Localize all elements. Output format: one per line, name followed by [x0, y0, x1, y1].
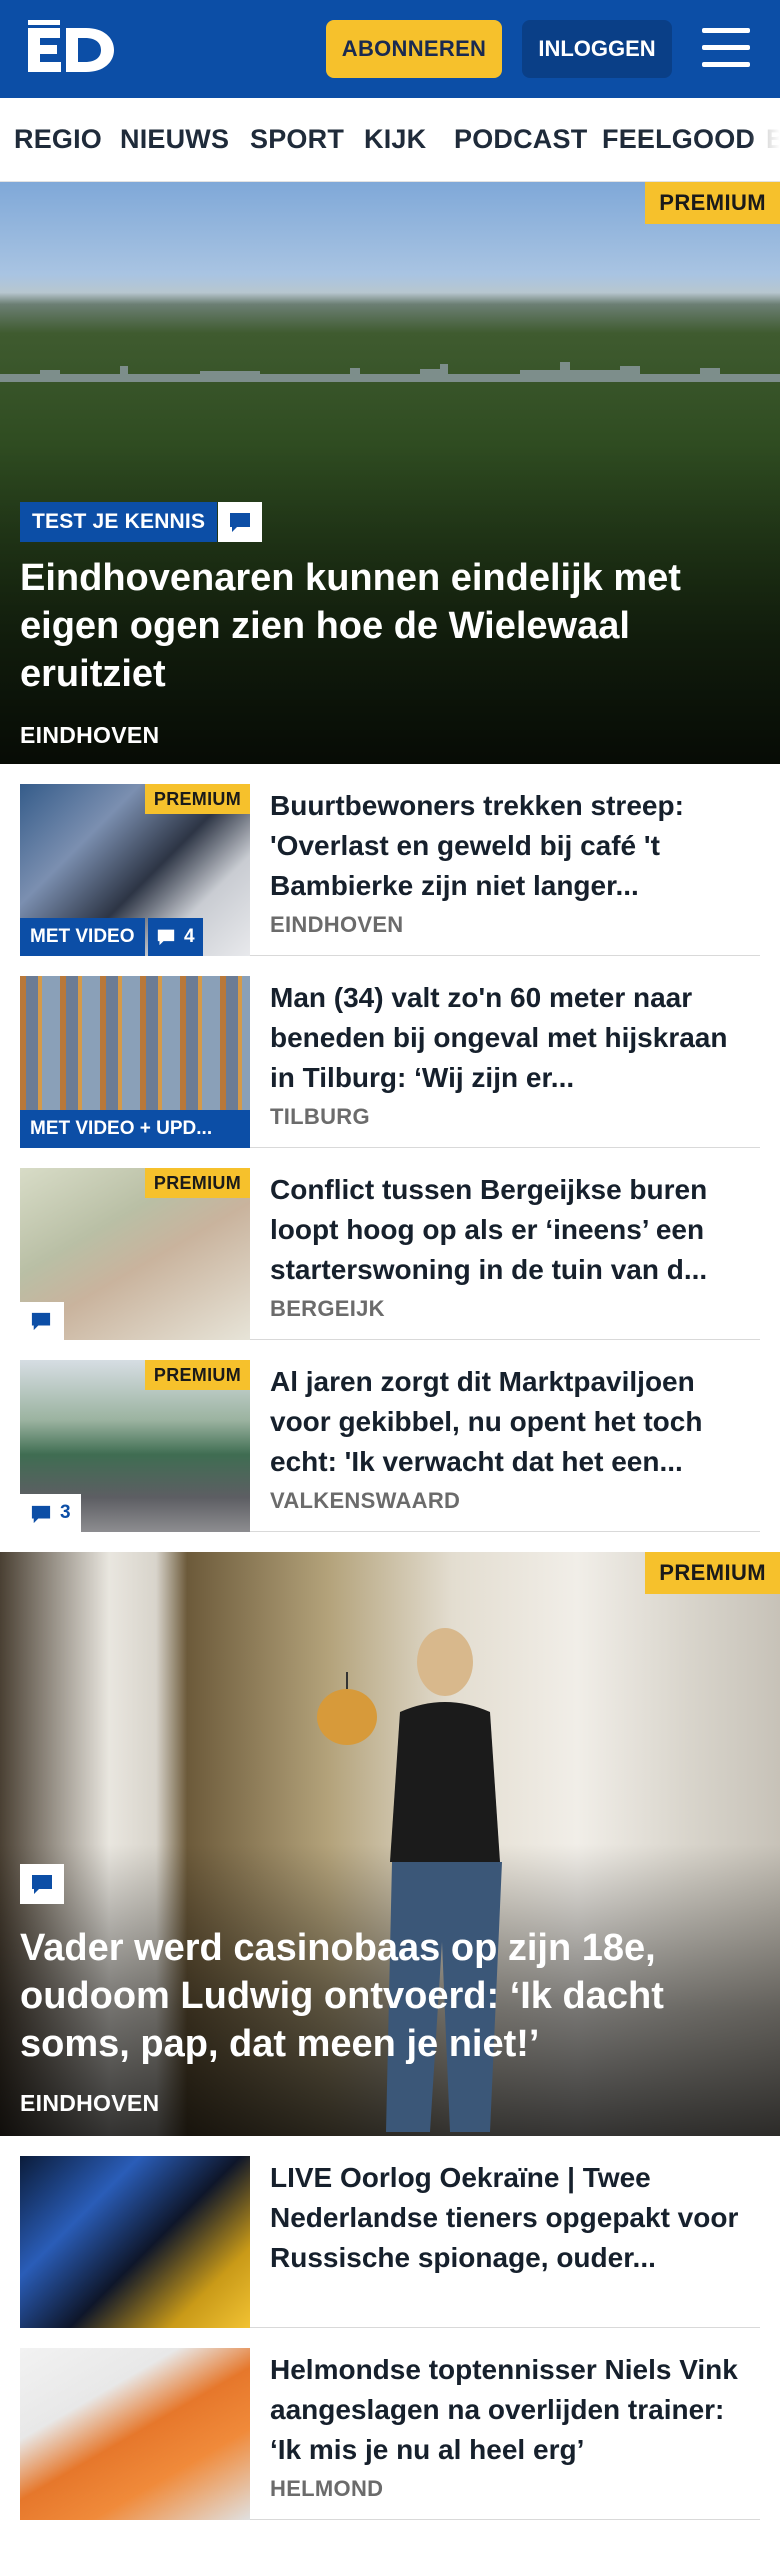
pendant-lamp — [317, 1672, 377, 1745]
comment-icon — [31, 1312, 51, 1331]
comment-icon — [32, 1875, 52, 1894]
article-title[interactable]: Conflict tussen Bergeijkse buren loopt h… — [270, 1170, 750, 1290]
article-location: EINDHOVEN — [270, 912, 404, 937]
nav-item-nieuws[interactable]: NIEUWS — [120, 124, 229, 155]
comment-count-value: 3 — [60, 1502, 71, 1523]
hero-article-casino[interactable]: PREMIUM Vader werd casinobaas op zijn 18… — [0, 1552, 780, 2136]
article-location: HELMOND — [270, 2476, 384, 2501]
video-tag: MET VIDEO — [20, 918, 145, 956]
nav-item-regio[interactable]: REGIO — [14, 124, 102, 155]
city-skyline — [0, 362, 780, 382]
hero-title[interactable]: Vader werd casinobaas op zijn 18e, oudoo… — [20, 1924, 760, 2068]
article-title[interactable]: Helmondse toptennisser Niels Vink aanges… — [270, 2350, 750, 2470]
article-item[interactable]: PREMIUM 3 Al jaren zorgt dit Marktpavilj… — [20, 1360, 760, 1532]
article-thumbnail: PREMIUM MET VIDEO 4 — [20, 784, 250, 956]
premium-badge: PREMIUM — [144, 784, 250, 814]
nav-fade — [750, 98, 780, 181]
article-thumbnail — [20, 2348, 250, 2520]
nav-item-feelgood[interactable]: FEELGOOD — [602, 124, 755, 155]
article-thumbnail: MET VIDEO + UPD... — [20, 976, 250, 1148]
article-item[interactable]: PREMIUM Conflict tussen Bergeijkse buren… — [20, 1168, 760, 1340]
video-update-tag: MET VIDEO + UPD... — [20, 1110, 250, 1148]
article-title[interactable]: LIVE Oorlog Oekraïne | Twee Nederlandse … — [270, 2158, 750, 2278]
hero-location: EINDHOVEN — [20, 2090, 160, 2116]
article-title[interactable]: Al jaren zorgt dit Marktpaviljoen voor g… — [270, 1362, 750, 1482]
article-thumbnail: PREMIUM 3 — [20, 1360, 250, 1532]
hero-article-wielewaal[interactable]: PREMIUM TEST JE KENNIS Eindhovenaren kun… — [0, 182, 780, 764]
comment-icon — [31, 1505, 51, 1524]
article-location: BERGEIJK — [270, 1296, 385, 1321]
login-button[interactable]: INLOGGEN — [522, 20, 672, 78]
article-item[interactable]: Helmondse toptennisser Niels Vink aanges… — [20, 2348, 760, 2520]
top-bar: ABONNEREN INLOGGEN — [0, 0, 780, 98]
section-nav: REGIO NIEUWS SPORT KIJK PODCAST FEELGOOD… — [0, 98, 780, 182]
article-location: TILBURG — [270, 1104, 370, 1129]
comment-count-value: 4 — [184, 926, 195, 947]
article-thumbnail — [20, 2156, 250, 2328]
premium-badge: PREMIUM — [645, 182, 780, 224]
premium-badge: PREMIUM — [144, 1168, 250, 1198]
premium-badge: PREMIUM — [645, 1552, 780, 1594]
article-title[interactable]: Buurtbewoners trekken streep: 'Overlast … — [270, 786, 750, 906]
comment-indicator — [20, 1864, 64, 1904]
article-item[interactable]: LIVE Oorlog Oekraïne | Twee Nederlandse … — [20, 2156, 760, 2328]
article-location: VALKENSWAARD — [270, 1488, 461, 1513]
ed-logo[interactable] — [26, 18, 118, 80]
comment-count: 3 — [20, 1494, 81, 1532]
comment-icon — [230, 513, 250, 532]
article-title[interactable]: Man (34) valt zo'n 60 meter naar beneden… — [270, 978, 750, 1098]
comment-indicator — [20, 1302, 64, 1340]
hero-location: EINDHOVEN — [20, 722, 160, 748]
hero-title[interactable]: Eindhovenaren kunnen eindelijk met eigen… — [20, 554, 760, 698]
article-item[interactable]: MET VIDEO + UPD... Man (34) valt zo'n 60… — [20, 976, 760, 1148]
premium-badge: PREMIUM — [144, 1360, 250, 1390]
nav-item-kijk[interactable]: KIJK — [364, 124, 426, 155]
article-item[interactable]: PREMIUM MET VIDEO 4 Buurtbewoners trekke… — [20, 784, 760, 956]
hamburger-menu-icon[interactable] — [696, 24, 756, 74]
comment-icon — [157, 929, 175, 946]
article-thumbnail: PREMIUM — [20, 1168, 250, 1340]
nav-item-sport[interactable]: SPORT — [250, 124, 344, 155]
ed-logo-mark — [28, 20, 114, 72]
comment-indicator — [218, 502, 262, 542]
quiz-tag: TEST JE KENNIS — [20, 502, 218, 542]
comment-count: 4 — [148, 918, 203, 956]
subscribe-button[interactable]: ABONNEREN — [326, 20, 502, 78]
nav-item-podcast[interactable]: PODCAST — [454, 124, 587, 155]
